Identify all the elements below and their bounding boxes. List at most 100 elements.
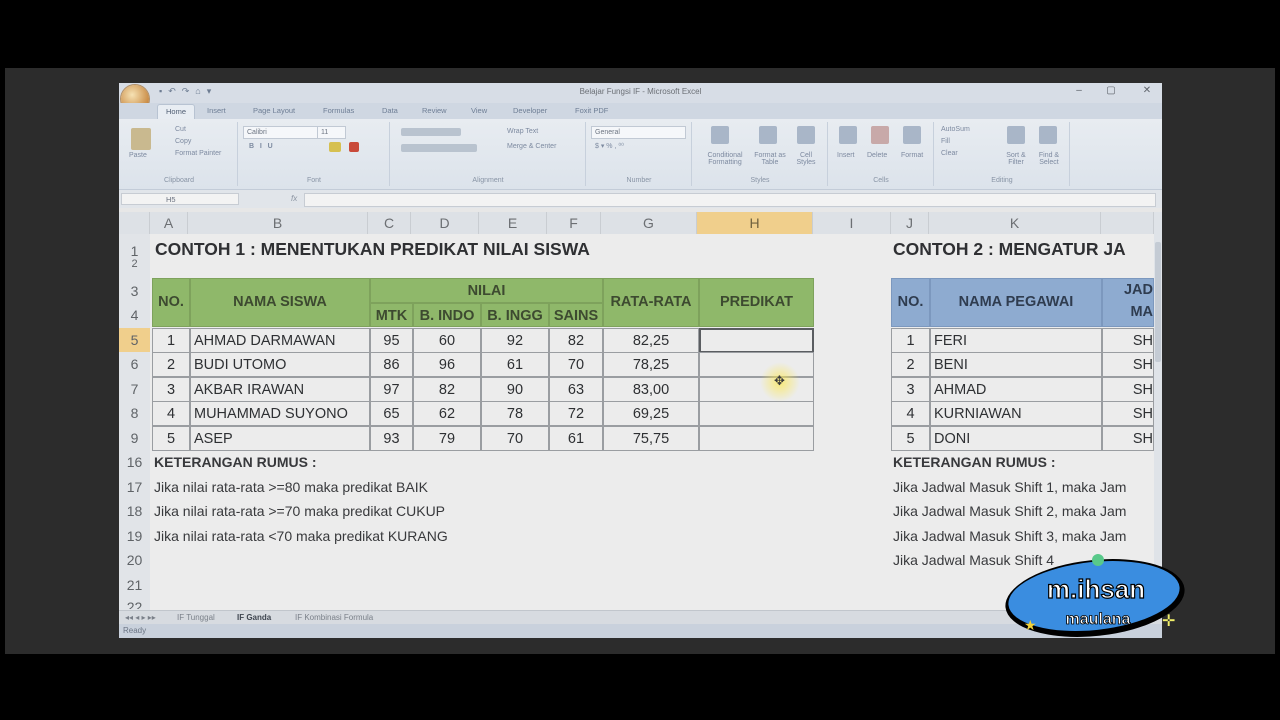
customize-qat-icon[interactable]: ▾ xyxy=(207,86,212,97)
cell-b-ingg[interactable]: 78 xyxy=(481,401,549,426)
column-header-g[interactable]: G xyxy=(601,212,697,234)
cell-sains[interactable]: 70 xyxy=(549,352,603,377)
bold-icon[interactable]: B I U xyxy=(249,143,273,150)
font-name-select[interactable]: Calibri xyxy=(243,126,318,139)
percent-icon[interactable]: $ ▾ % , ⁰⁰ xyxy=(595,142,624,150)
cut-button[interactable]: Cut xyxy=(175,126,186,133)
wrap-text-button[interactable]: Wrap Text xyxy=(507,128,538,135)
cell-name[interactable]: ASEP xyxy=(190,426,370,451)
name-box[interactable]: H5 xyxy=(121,193,239,205)
column-header-k[interactable]: K xyxy=(929,212,1101,234)
format-as-table-button[interactable]: Format as Table xyxy=(753,152,787,166)
column-header-j[interactable]: J xyxy=(891,212,929,234)
sheet-tab-if-kombinasi[interactable]: IF Kombinasi Formula xyxy=(295,613,373,622)
cell-no[interactable]: 3 xyxy=(152,377,190,402)
print-preview-icon[interactable]: ⌂ xyxy=(195,86,200,97)
column-header-b[interactable]: B xyxy=(188,212,368,234)
row-header-8[interactable]: 8 xyxy=(119,401,150,425)
autosum-button[interactable]: AutoSum xyxy=(941,126,970,133)
cell-b-ingg[interactable]: 92 xyxy=(481,328,549,353)
cell-predikat-selected[interactable] xyxy=(699,328,814,353)
cell-mtk[interactable]: 95 xyxy=(370,328,413,353)
tab-data[interactable]: Data xyxy=(382,106,398,115)
cell-name[interactable]: DONI xyxy=(930,426,1102,451)
cell-no[interactable]: 5 xyxy=(152,426,190,451)
column-header-e[interactable]: E xyxy=(479,212,547,234)
cell-shift[interactable]: SH xyxy=(1102,426,1154,451)
format-button[interactable]: Format xyxy=(901,152,923,159)
cell-mtk[interactable]: 65 xyxy=(370,401,413,426)
cell-name[interactable]: AHMAD xyxy=(930,377,1102,402)
copy-button[interactable]: Copy xyxy=(175,138,191,145)
cell-rata-rata[interactable]: 69,25 xyxy=(603,401,699,426)
fill-color-icon[interactable] xyxy=(329,142,341,152)
sort-filter-button[interactable]: Sort & Filter xyxy=(1001,152,1031,166)
sheet-nav-icon[interactable]: ◂◂ ◂ ▸ ▸▸ xyxy=(125,613,156,622)
cell-name[interactable]: AKBAR IRAWAN xyxy=(190,377,370,402)
row-header-17[interactable]: 17 xyxy=(119,475,150,499)
cell-mtk[interactable]: 97 xyxy=(370,377,413,402)
cell-sains[interactable]: 61 xyxy=(549,426,603,451)
cell-b-ingg[interactable]: 70 xyxy=(481,426,549,451)
row-header-19[interactable]: 19 xyxy=(119,524,150,548)
cell-rata-rata[interactable]: 83,00 xyxy=(603,377,699,402)
column-header-h[interactable]: H xyxy=(697,212,813,234)
cell-name[interactable]: MUHAMMAD SUYONO xyxy=(190,401,370,426)
cell-shift[interactable]: SH xyxy=(1102,352,1154,377)
insert-button[interactable]: Insert xyxy=(837,152,855,159)
cell-b-indo[interactable]: 79 xyxy=(413,426,481,451)
cell-no[interactable]: 1 xyxy=(891,328,930,353)
cell-rata-rata[interactable]: 78,25 xyxy=(603,352,699,377)
cell-no[interactable]: 4 xyxy=(891,401,930,426)
cell-name[interactable]: FERI xyxy=(930,328,1102,353)
cell-no[interactable]: 1 xyxy=(152,328,190,353)
column-header-c[interactable]: C xyxy=(368,212,411,234)
font-size-select[interactable]: 11 xyxy=(317,126,346,139)
column-header-i[interactable]: I xyxy=(813,212,891,234)
cell-no[interactable]: 2 xyxy=(891,352,930,377)
cell-shift[interactable]: SH xyxy=(1102,377,1154,402)
cell-sains[interactable]: 72 xyxy=(549,401,603,426)
cell-no[interactable]: 2 xyxy=(152,352,190,377)
tab-formulas[interactable]: Formulas xyxy=(323,106,354,115)
tab-view[interactable]: View xyxy=(471,106,487,115)
cell-b-ingg[interactable]: 61 xyxy=(481,352,549,377)
align-left-icon[interactable] xyxy=(401,144,477,152)
fill-button[interactable]: Fill xyxy=(941,138,950,145)
delete-button[interactable]: Delete xyxy=(867,152,887,159)
tab-developer[interactable]: Developer xyxy=(513,106,547,115)
column-header-d[interactable]: D xyxy=(411,212,479,234)
row-header-21[interactable]: 21 xyxy=(119,573,150,597)
undo-icon[interactable]: ↶ xyxy=(168,86,176,97)
sheet-tab-if-ganda[interactable]: IF Ganda xyxy=(237,613,271,622)
cell-rata-rata[interactable]: 82,25 xyxy=(603,328,699,353)
cell-b-indo[interactable]: 96 xyxy=(413,352,481,377)
cell-no[interactable]: 3 xyxy=(891,377,930,402)
tab-page-layout[interactable]: Page Layout xyxy=(253,106,295,115)
sheet-tab-if-tunggal[interactable]: IF Tunggal xyxy=(177,613,215,622)
cell-styles-button[interactable]: Cell Styles xyxy=(791,152,821,166)
cell-b-ingg[interactable]: 90 xyxy=(481,377,549,402)
column-header-f[interactable]: F xyxy=(547,212,601,234)
cell-mtk[interactable]: 93 xyxy=(370,426,413,451)
cell-sains[interactable]: 63 xyxy=(549,377,603,402)
row-header-3[interactable]: 3 xyxy=(119,279,150,303)
cell-shift[interactable]: SH xyxy=(1102,328,1154,353)
formula-input[interactable] xyxy=(304,193,1156,207)
format-painter-button[interactable]: Format Painter xyxy=(175,150,221,157)
row-header-7[interactable]: 7 xyxy=(119,377,150,401)
tab-foxit-pdf[interactable]: Foxit PDF xyxy=(575,106,608,115)
tab-insert[interactable]: Insert xyxy=(207,106,226,115)
row-header-2[interactable]: 2 xyxy=(119,259,150,271)
cell-predikat[interactable] xyxy=(699,426,814,451)
conditional-formatting-button[interactable]: Conditional Formatting xyxy=(697,152,753,166)
font-color-icon[interactable] xyxy=(349,142,359,152)
cell-mtk[interactable]: 86 xyxy=(370,352,413,377)
merge-center-button[interactable]: Merge & Center xyxy=(507,143,556,150)
clear-button[interactable]: Clear xyxy=(941,150,958,157)
cell-b-indo[interactable]: 62 xyxy=(413,401,481,426)
vertical-scrollbar[interactable] xyxy=(1154,212,1162,610)
row-header-16[interactable]: 16 xyxy=(119,450,150,474)
cell-no[interactable]: 4 xyxy=(152,401,190,426)
cell-name[interactable]: AHMAD DARMAWAN xyxy=(190,328,370,353)
